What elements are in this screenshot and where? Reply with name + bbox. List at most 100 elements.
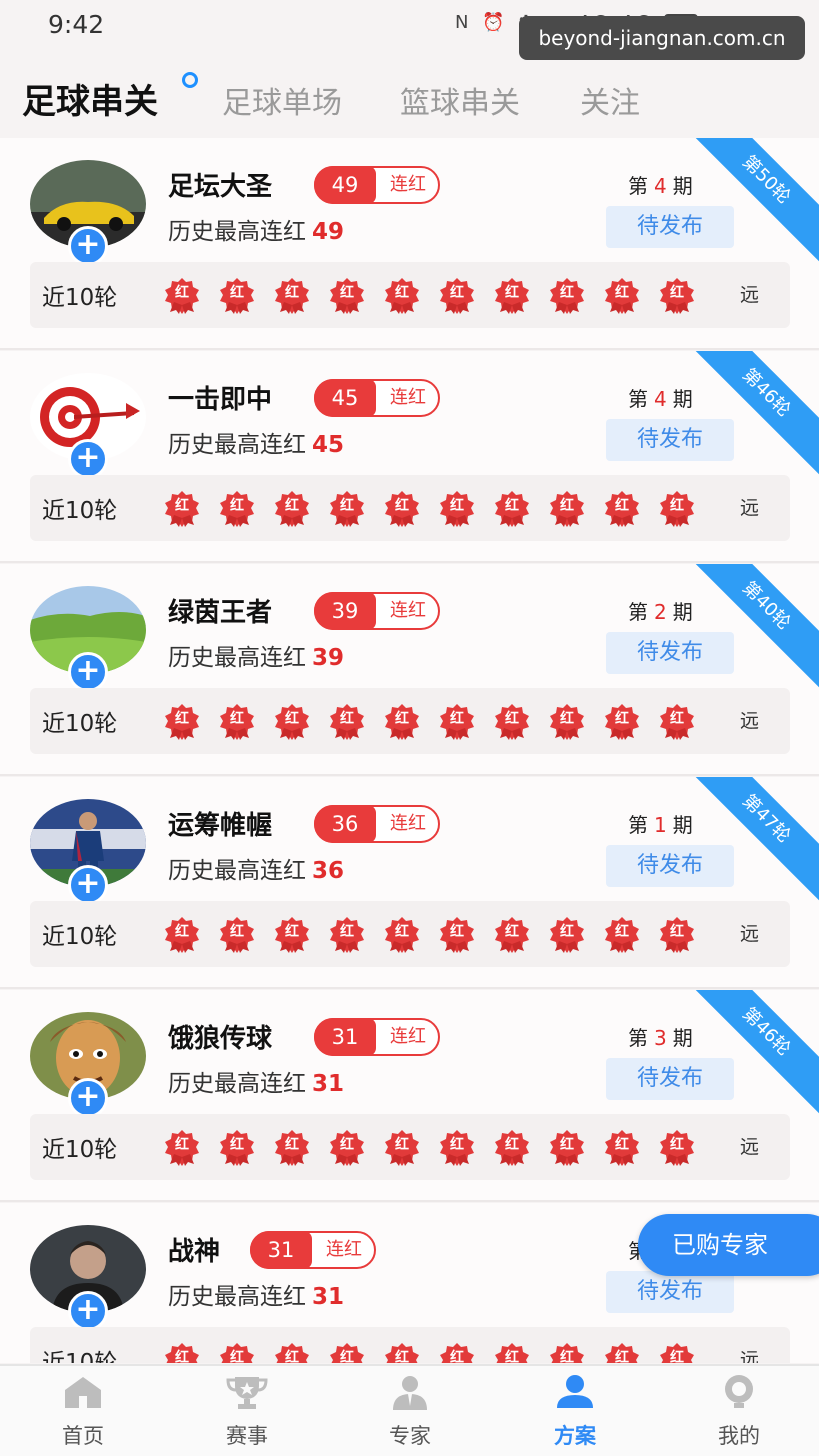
- red-badge-label: 红: [175, 498, 189, 514]
- recent-rounds-label: 近10轮: [42, 1137, 118, 1163]
- expert-name: 战神: [168, 1237, 221, 1267]
- red-badge-label: 红: [395, 1350, 409, 1363]
- red-badge-label: 红: [505, 498, 519, 514]
- streak-label: 连红: [390, 174, 426, 195]
- nav-plans-label: 方案: [554, 1424, 596, 1448]
- expert-name: 足坛大圣: [168, 172, 273, 202]
- history-number: 45: [312, 432, 345, 458]
- expert-name: 一击即中: [168, 385, 273, 415]
- red-badge-label: 红: [340, 711, 354, 727]
- period-suffix: 期: [672, 813, 693, 837]
- nav-matches[interactable]: 赛事: [192, 1374, 302, 1450]
- follow-plus-button[interactable]: +: [68, 1078, 108, 1118]
- red-result-badge: 红: [492, 276, 532, 316]
- nav-home-label: 首页: [62, 1424, 104, 1448]
- recent-rounds-label: 近10轮: [42, 924, 118, 950]
- red-result-badge: 红: [547, 702, 587, 742]
- period-prefix: 第: [628, 174, 648, 198]
- red-badge-label: 红: [230, 711, 244, 727]
- red-badge-label: 红: [450, 924, 464, 940]
- nav-mine[interactable]: 我的: [684, 1374, 794, 1450]
- red-badge-label: 红: [450, 498, 464, 514]
- red-result-badge: 红: [657, 1128, 697, 1168]
- period-text: 第1期: [628, 809, 693, 838]
- red-badge-label: 红: [670, 285, 684, 301]
- streak-badge: 39 连红: [314, 592, 440, 630]
- history-best-streak: 历史最高连红 49: [168, 212, 344, 246]
- expert-list[interactable]: + 足坛大圣 49 连红 历史最高连红 49 第4期 待发布 第50轮 近10轮 …: [0, 138, 819, 1363]
- history-label: 历史最高连红: [168, 1284, 306, 1310]
- expert-card[interactable]: + 绿茵王者 39 连红 历史最高连红 39 第2期 待发布 第40轮 近10轮 …: [0, 564, 819, 776]
- period-suffix: 期: [672, 1026, 693, 1050]
- nav-home[interactable]: 首页: [28, 1374, 138, 1450]
- follow-plus-button[interactable]: +: [68, 865, 108, 905]
- history-best-streak: 历史最高连红 39: [168, 638, 344, 672]
- expert-card[interactable]: + 运筹帷幄 36 连红 历史最高连红 36 第1期 待发布 第47轮 近10轮 …: [0, 777, 819, 989]
- red-badge-label: 红: [230, 285, 244, 301]
- red-badge-label: 红: [670, 1137, 684, 1153]
- streak-badge: 31 连红: [250, 1231, 376, 1269]
- history-best-streak: 历史最高连红 31: [168, 1277, 344, 1311]
- nav-experts[interactable]: 专家: [355, 1374, 465, 1450]
- red-result-badge: 红: [382, 702, 422, 742]
- period-text: 第4期: [628, 170, 693, 199]
- follow-plus-button[interactable]: +: [68, 226, 108, 266]
- purchased-experts-button[interactable]: 已购专家: [638, 1214, 819, 1276]
- red-badge-label: 红: [505, 285, 519, 301]
- pending-publish-button[interactable]: 待发布: [606, 419, 734, 461]
- red-result-badge: 红: [657, 276, 697, 316]
- nav-plans[interactable]: 方案: [520, 1374, 630, 1450]
- red-badge-label: 红: [175, 1350, 189, 1363]
- follow-plus-button[interactable]: +: [68, 439, 108, 479]
- pending-publish-button[interactable]: 待发布: [606, 206, 734, 248]
- red-badge-label: 红: [615, 1137, 629, 1153]
- follow-plus-button[interactable]: +: [68, 1291, 108, 1331]
- red-result-badge: 红: [162, 489, 202, 529]
- red-result-badge: 红: [602, 915, 642, 955]
- period-prefix: 第: [628, 813, 648, 837]
- red-badge-label: 红: [615, 711, 629, 727]
- recent-rounds-row: 近10轮 红 红 红 红 红 红 红 红 红 红 远: [30, 901, 790, 967]
- tab-football-parlay[interactable]: 足球串关: [22, 74, 158, 123]
- red-result-badge: 红: [437, 1128, 477, 1168]
- profile-icon: [725, 1375, 753, 1408]
- expert-card[interactable]: + 饿狼传球 31 连红 历史最高连红 31 第3期 待发布 第46轮 近10轮 …: [0, 990, 819, 1202]
- red-result-badge: 红: [547, 915, 587, 955]
- tab-football-single[interactable]: 足球单场: [222, 78, 342, 122]
- expert-card[interactable]: + 足坛大圣 49 连红 历史最高连红 49 第4期 待发布 第50轮 近10轮 …: [0, 138, 819, 350]
- streak-badge: 36 连红: [314, 805, 440, 843]
- red-result-badge: 红: [272, 1341, 312, 1363]
- pending-publish-button[interactable]: 待发布: [606, 845, 734, 887]
- red-result-badge: 红: [382, 915, 422, 955]
- red-result-badge: 红: [547, 489, 587, 529]
- red-badge-label: 红: [230, 1137, 244, 1153]
- pending-publish-button[interactable]: 待发布: [606, 1271, 734, 1313]
- red-badge-label: 红: [285, 285, 299, 301]
- rounds-more-text: 远: [740, 923, 760, 945]
- streak-label: 连红: [390, 1026, 426, 1047]
- pending-publish-button[interactable]: 待发布: [606, 1058, 734, 1100]
- red-badge-label: 红: [175, 711, 189, 727]
- streak-badge: 31 连红: [314, 1018, 440, 1056]
- round-ribbon: 第46轮: [677, 351, 819, 482]
- follow-plus-button[interactable]: +: [68, 652, 108, 692]
- expert-card[interactable]: + 一击即中 45 连红 历史最高连红 45 第4期 待发布 第46轮 近10轮 …: [0, 351, 819, 563]
- red-badge-label: 红: [340, 285, 354, 301]
- history-number: 36: [312, 858, 345, 884]
- pending-publish-button[interactable]: 待发布: [606, 632, 734, 674]
- category-tabs: 足球串关 足球单场 篮球串关 关注: [0, 72, 819, 130]
- red-badge-label: 红: [560, 1350, 574, 1363]
- tab-follow[interactable]: 关注: [580, 78, 640, 122]
- red-result-badge: 红: [602, 702, 642, 742]
- streak-label: 连红: [390, 600, 426, 621]
- red-result-badge: 红: [492, 702, 532, 742]
- tab-basketball-parlay[interactable]: 篮球串关: [400, 78, 520, 122]
- red-result-badge: 红: [657, 915, 697, 955]
- status-time: 9:42: [48, 10, 105, 39]
- expert-name: 饿狼传球: [168, 1024, 273, 1054]
- period-text: 第4期: [628, 383, 693, 412]
- red-badge-label: 红: [230, 498, 244, 514]
- red-badge-label: 红: [395, 711, 409, 727]
- red-result-badge: 红: [492, 1128, 532, 1168]
- red-badge-label: 红: [395, 1137, 409, 1153]
